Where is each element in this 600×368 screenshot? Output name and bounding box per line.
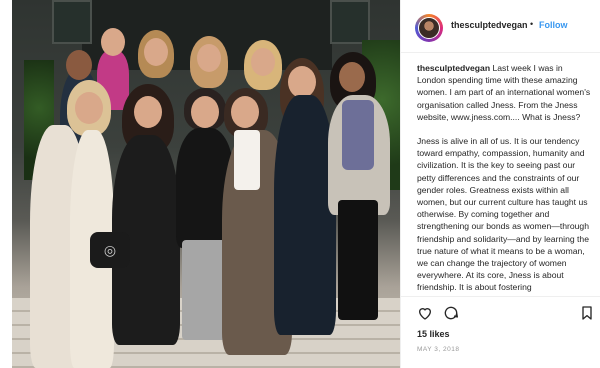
person-head [231,96,259,128]
building-window [52,0,92,44]
heart-icon[interactable] [417,305,433,321]
comment-icon[interactable] [443,305,459,321]
person [274,95,336,335]
person-head [197,44,221,72]
post-photo[interactable]: ◎ [12,0,400,368]
person-head [134,96,162,128]
separator-dot: • [530,19,534,29]
person-head [288,66,316,98]
building-window [330,0,370,44]
post-sidebar: thesculptedvegan • Follow thesculptedveg… [400,0,600,368]
follow-button[interactable]: Follow [539,20,568,30]
person-head [75,92,103,124]
post-header: thesculptedvegan • Follow [401,0,600,53]
person [342,100,374,170]
person-head [339,62,365,92]
person-head [191,96,219,128]
caption-username[interactable]: thesculptedvegan [417,63,490,73]
caption-paragraph: thesculptedvegan Last week I was in Lond… [417,62,593,123]
like-count[interactable]: 15 likes [417,329,450,339]
handbag: ◎ [90,232,130,268]
person-head [66,50,92,80]
caption-text: Jness is alive in all of us. It is our t… [417,136,589,293]
person [234,130,260,190]
avatar[interactable] [415,14,443,42]
instagram-post: ◎ thesculptedvegan • Follow thesculptedv… [0,0,600,368]
bookmark-icon[interactable] [579,305,595,321]
person [338,200,378,320]
caption: thesculptedvegan Last week I was in Lond… [417,62,593,306]
caption-paragraph: Jness is alive in all of us. It is our t… [417,135,593,294]
person-head [144,38,168,66]
header-username[interactable]: thesculptedvegan [451,20,528,30]
person-head [251,48,275,76]
action-bar [401,296,600,327]
post-date: MAY 3, 2018 [417,346,460,353]
person-head [101,28,125,56]
